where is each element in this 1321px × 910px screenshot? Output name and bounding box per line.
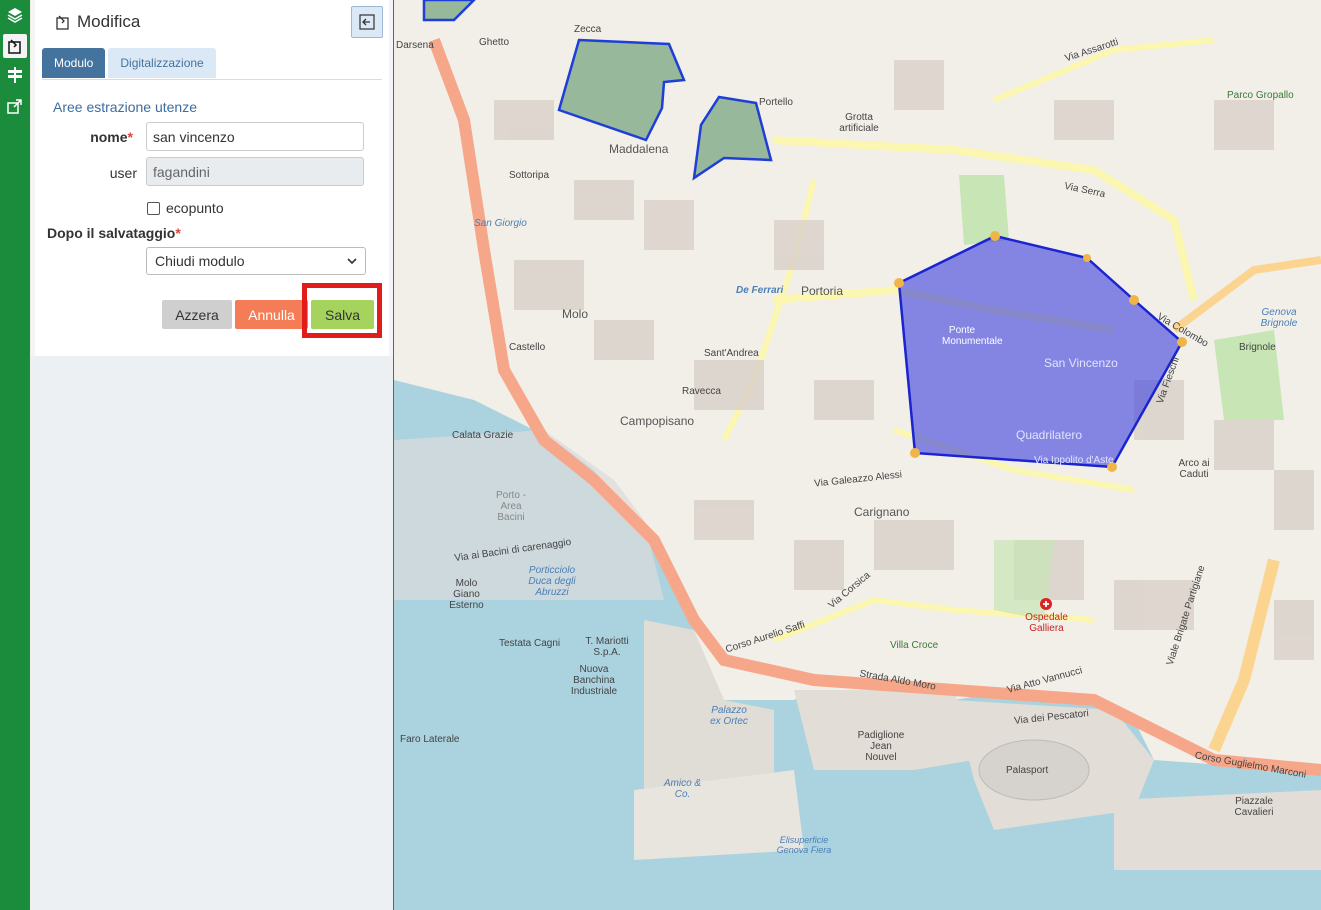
map-label: Palasport [1006, 765, 1049, 776]
after-save-select[interactable]: Chiudi modulo [146, 247, 366, 275]
main-road [1208, 558, 1280, 753]
after-save-label: Dopo il salvataggio* [47, 225, 181, 241]
nome-label-text: nome [90, 129, 128, 145]
map-label: Quadrilatero [1016, 428, 1083, 442]
map-label: Campopisano [620, 414, 695, 428]
tab-digitalizzazione[interactable]: Digitalizzazione [108, 48, 216, 78]
edit-icon[interactable] [3, 34, 27, 58]
map-label: Sant'Andrea [704, 348, 759, 359]
map-label: Arco ai Caduti [1178, 458, 1210, 480]
map-view[interactable]: Darsena Ghetto Zecca Portello Grotta art… [394, 0, 1321, 910]
park-polygon [422, 0, 476, 22]
after-save-label-text: Dopo il salvataggio [47, 225, 176, 241]
map-label: Testata Cagni [499, 638, 561, 649]
section-title: Aree estrazione utenze [53, 99, 197, 115]
required-mark: * [127, 129, 133, 145]
share-icon[interactable] [3, 94, 27, 118]
map-label: Amico & Co. [663, 778, 702, 800]
user-input[interactable] [146, 157, 364, 186]
tab-modulo[interactable]: Modulo [42, 48, 106, 78]
panel-title: Modifica [53, 12, 140, 32]
map-label: Ravecca [682, 386, 721, 397]
after-save-selected-value: Chiudi modulo [155, 253, 245, 269]
map-label: Porticciolo Duca degli Abruzzi [528, 565, 576, 598]
map-label: Ponte Monumentale [942, 325, 1003, 347]
form-tabs: Modulo Digitalizzazione [42, 48, 216, 78]
park-area [959, 175, 1009, 245]
required-mark: * [175, 225, 181, 241]
map-label: Castello [509, 342, 546, 353]
panel-title-text: Modifica [77, 12, 141, 31]
map-label: Brignole [1239, 342, 1276, 353]
map-label: Ghetto [479, 37, 510, 48]
user-label: user [109, 165, 137, 181]
collapse-panel-button[interactable] [351, 6, 383, 38]
map-label: Maddalena [609, 142, 669, 156]
map-canvas [394, 0, 1321, 910]
map-label: Palazzo ex Ortec [710, 705, 748, 727]
map-label: Calata Grazie [452, 430, 514, 441]
park-polygon [557, 38, 686, 142]
map-label: Portoria [801, 284, 844, 298]
signpost-icon[interactable] [3, 63, 27, 87]
nome-label: nome* [75, 129, 133, 145]
map-label: Faro Laterale [400, 734, 460, 745]
layers-icon[interactable] [3, 3, 27, 27]
reset-button[interactable]: Azzera [162, 300, 232, 329]
left-toolbar [0, 0, 30, 910]
map-label: Parco Gropallo [1227, 90, 1294, 101]
nome-input[interactable] [146, 122, 364, 151]
map-label: Darsena [396, 40, 434, 51]
save-button[interactable]: Salva [311, 300, 374, 329]
map-label: Carignano [854, 505, 910, 519]
edit-form-card: Modifica Modulo Digitalizzazione Aree es… [35, 0, 389, 356]
edit-icon [56, 15, 69, 30]
map-label: Piazzale Cavalieri [1234, 796, 1274, 818]
map-label: T. Mariotti S.p.A. [585, 636, 629, 658]
chevron-down-icon [347, 258, 357, 265]
map-label: Via Ippolito d'Aste [1034, 455, 1114, 466]
map-label: Villa Croce [890, 640, 939, 651]
cancel-button[interactable]: Annulla [235, 300, 308, 329]
map-label: Porto - Area Bacini [495, 490, 526, 523]
map-label: Grotta artificiale [839, 112, 879, 134]
ecopunto-label: ecopunto [166, 200, 224, 216]
map-label: Sottoripa [509, 170, 550, 181]
panel-background-map [31, 356, 393, 910]
ecopunto-checkbox[interactable] [147, 201, 160, 215]
port-pier [1114, 790, 1321, 870]
park-polygon [692, 95, 773, 181]
map-label: San Vincenzo [1044, 356, 1118, 370]
map-label: Portello [759, 97, 793, 108]
map-label: Nuova Banchina Industriale [570, 664, 618, 697]
ecopunto-checkbox-row[interactable]: ecopunto [147, 200, 224, 216]
map-label: Ospedale Galliera [1025, 612, 1068, 634]
tab-divider [42, 79, 382, 80]
map-label: Elisuperficie Genova Fiera [776, 835, 832, 855]
map-label: De Ferrari [736, 285, 784, 296]
map-label: Molo [562, 307, 589, 321]
map-label: Molo Giano Esterno [449, 578, 484, 611]
map-label: Zecca [574, 24, 602, 35]
map-label: Genova Brignole [1260, 307, 1298, 329]
collapse-left-icon [359, 14, 375, 30]
map-label: Padiglione Jean Nouvel [857, 730, 905, 763]
map-label: San Giorgio [474, 218, 527, 229]
